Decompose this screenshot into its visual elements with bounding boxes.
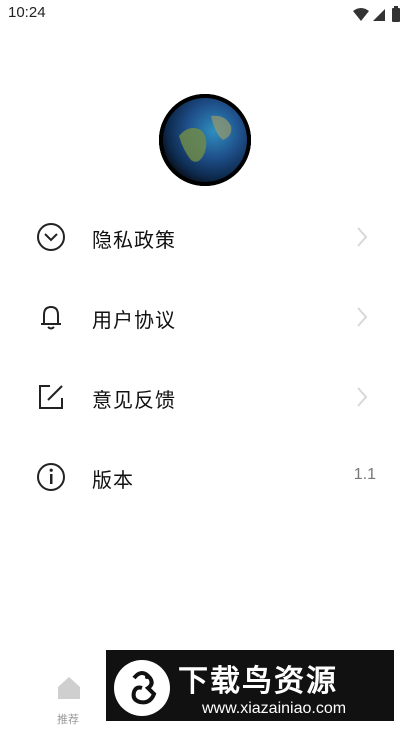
menu-item-label: 版本 [92, 468, 134, 492]
bird-logo-icon [114, 660, 170, 716]
status-icons [352, 6, 404, 24]
chevron-right-icon [357, 307, 368, 327]
avatar[interactable] [159, 94, 251, 186]
chevron-circle-icon [37, 223, 65, 251]
watermark: 下载鸟资源 www.xiazainiao.com [106, 650, 394, 721]
chevron-right-icon [357, 227, 368, 247]
menu-item-label: 用户协议 [92, 308, 176, 332]
edit-icon [39, 385, 63, 409]
menu-item-version[interactable]: 版本 1.1 [0, 447, 412, 507]
wifi-icon [353, 8, 369, 21]
menu-item-feedback[interactable]: 意见反馈 [0, 367, 412, 427]
battery-icon [392, 6, 400, 22]
status-time: 10:24 [8, 4, 46, 21]
chevron-right-icon [357, 387, 368, 407]
menu-item-user-agreement[interactable]: 用户协议 [0, 287, 412, 347]
watermark-title: 下载鸟资源 [178, 664, 338, 699]
nav-home-label: 推荐 [57, 713, 79, 726]
status-bar: 10:24 [0, 0, 412, 30]
menu-item-privacy-policy[interactable]: 隐私政策 [0, 207, 412, 267]
signal-icon [373, 9, 385, 21]
home-icon [58, 677, 80, 699]
menu-item-label: 隐私政策 [92, 228, 176, 252]
version-value: 1.1 [353, 466, 376, 483]
bell-icon [41, 305, 61, 330]
watermark-url: www.xiazainiao.com [202, 700, 347, 717]
info-icon [37, 463, 65, 491]
menu-item-label: 意见反馈 [92, 388, 176, 412]
